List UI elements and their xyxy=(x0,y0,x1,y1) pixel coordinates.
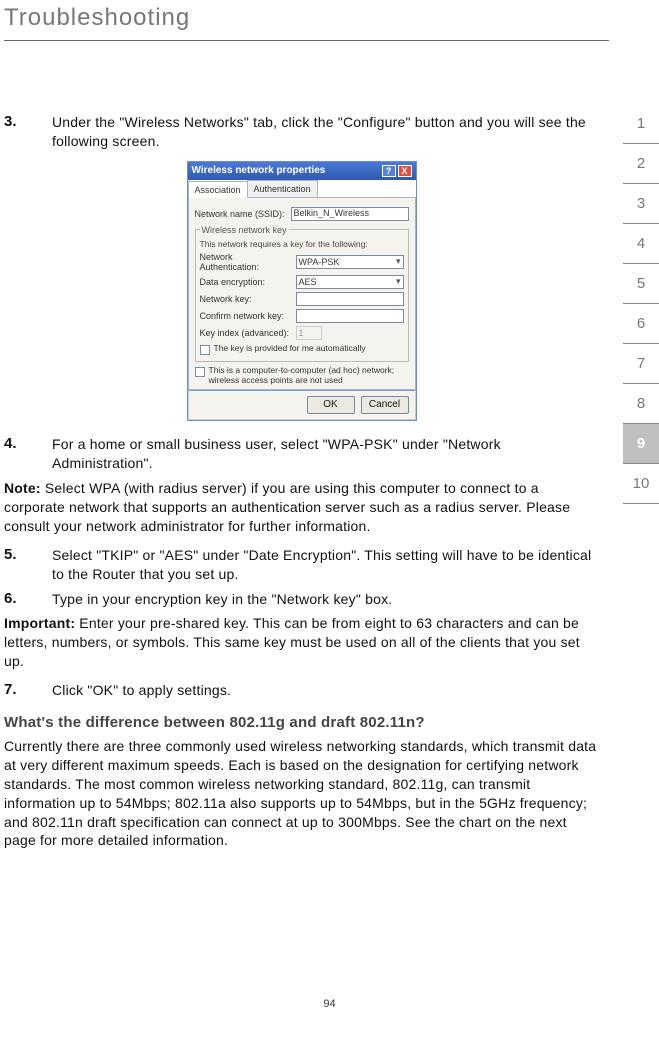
network-auth-label: Network Authentication: xyxy=(200,252,292,272)
section-tab-5[interactable]: 5 xyxy=(623,264,659,304)
step-6: 6. Type in your encryption key in the "N… xyxy=(4,590,599,609)
important-text: Enter your pre-shared key. This can be f… xyxy=(4,615,580,669)
important-paragraph: Important: Enter your pre-shared key. Th… xyxy=(4,614,599,671)
data-encryption-row: Data encryption: AES ▾ xyxy=(200,275,404,289)
close-button[interactable]: X xyxy=(398,165,412,177)
dialog-container: Wireless network properties ? X Associat… xyxy=(4,161,599,422)
page-number: 94 xyxy=(0,998,659,1010)
dialog-title-text: Wireless network properties xyxy=(192,165,326,176)
content: 3. Under the "Wireless Networks" tab, cl… xyxy=(0,41,659,850)
ssid-input[interactable]: Belkin_N_Wireless xyxy=(291,207,409,221)
section-tab-1[interactable]: 1 xyxy=(623,104,659,144)
wnk-legend: Wireless network key xyxy=(200,225,289,235)
step-4: 4. For a home or small business user, se… xyxy=(4,435,599,473)
difference-body: Currently there are three commonly used … xyxy=(4,737,599,850)
network-auth-row: Network Authentication: WPA-PSK ▾ xyxy=(200,252,404,272)
adhoc-row: This is a computer-to-computer (ad hoc) … xyxy=(195,366,409,386)
step-number: 3. xyxy=(4,113,32,151)
note-paragraph: Note: Select WPA (with radius server) if… xyxy=(4,479,599,536)
adhoc-checkbox[interactable] xyxy=(195,367,205,377)
network-key-input[interactable] xyxy=(296,292,404,306)
section-tab-10[interactable]: 10 xyxy=(623,464,659,504)
chevron-down-icon: ▾ xyxy=(396,276,401,287)
note-label: Note: xyxy=(4,480,41,496)
confirm-network-key-label: Confirm network key: xyxy=(200,311,292,321)
confirm-network-key-row: Confirm network key: xyxy=(200,309,404,323)
step-7: 7. Click "OK" to apply settings. xyxy=(4,681,599,700)
section-tab-2[interactable]: 2 xyxy=(623,144,659,184)
data-encryption-select[interactable]: AES ▾ xyxy=(296,275,404,289)
tab-authentication[interactable]: Authentication xyxy=(247,180,318,197)
auto-key-checkbox xyxy=(200,345,210,355)
network-key-label: Network key: xyxy=(200,294,292,304)
section-tab-7[interactable]: 7 xyxy=(623,344,659,384)
adhoc-label: This is a computer-to-computer (ad hoc) … xyxy=(209,366,409,386)
section-tab-3[interactable]: 3 xyxy=(623,184,659,224)
dialog-tabs: Association Authentication xyxy=(188,180,416,198)
data-encryption-value: AES xyxy=(299,277,317,287)
note-text: Select WPA (with radius server) if you a… xyxy=(4,480,570,534)
step-text: Select "TKIP" or "AES" under "Date Encry… xyxy=(52,546,599,584)
section-tab-9[interactable]: 9 xyxy=(623,424,659,464)
ssid-row: Network name (SSID): Belkin_N_Wireless xyxy=(195,207,409,221)
step-number: 7. xyxy=(4,681,32,700)
section-tabs: 1 2 3 4 5 6 7 8 9 10 xyxy=(623,104,659,504)
tab-association[interactable]: Association xyxy=(188,181,248,198)
wireless-network-key-fieldset: Wireless network key This network requir… xyxy=(195,225,409,362)
dialog-titlebar: Wireless network properties ? X xyxy=(188,162,416,180)
step-3: 3. Under the "Wireless Networks" tab, cl… xyxy=(4,113,599,151)
page-title: Troubleshooting xyxy=(4,4,609,41)
ssid-label: Network name (SSID): xyxy=(195,209,287,219)
step-text: For a home or small business user, selec… xyxy=(52,435,599,473)
key-index-stepper: 1 xyxy=(296,326,322,340)
step-number: 5. xyxy=(4,546,32,584)
confirm-network-key-input[interactable] xyxy=(296,309,404,323)
section-tab-6[interactable]: 6 xyxy=(623,304,659,344)
auto-key-label: The key is provided for me automatically xyxy=(214,344,366,354)
network-auth-select[interactable]: WPA-PSK ▾ xyxy=(296,255,404,269)
step-5: 5. Select "TKIP" or "AES" under "Date En… xyxy=(4,546,599,584)
wnk-subtext: This network requires a key for the foll… xyxy=(200,239,404,249)
step-text: Click "OK" to apply settings. xyxy=(52,681,231,700)
key-index-row: Key index (advanced): 1 xyxy=(200,326,404,340)
network-key-row: Network key: xyxy=(200,292,404,306)
step-number: 6. xyxy=(4,590,32,609)
auto-key-row: The key is provided for me automatically xyxy=(200,344,404,355)
difference-heading: What's the difference between 802.11g an… xyxy=(4,714,599,731)
step-text: Type in your encryption key in the "Netw… xyxy=(52,590,392,609)
page: Troubleshooting 3. Under the "Wireless N… xyxy=(0,4,659,1042)
network-auth-value: WPA-PSK xyxy=(299,257,340,267)
chevron-down-icon: ▾ xyxy=(396,256,401,267)
important-label: Important: xyxy=(4,615,75,631)
section-tab-4[interactable]: 4 xyxy=(623,224,659,264)
dialog-actions: OK Cancel xyxy=(188,390,416,420)
section-tab-8[interactable]: 8 xyxy=(623,384,659,424)
title-wrap: Troubleshooting xyxy=(0,4,659,41)
ok-button[interactable]: OK xyxy=(307,396,355,414)
step-number: 4. xyxy=(4,435,32,473)
data-encryption-label: Data encryption: xyxy=(200,277,292,287)
wireless-properties-dialog: Wireless network properties ? X Associat… xyxy=(187,161,417,422)
cancel-button[interactable]: Cancel xyxy=(361,396,409,414)
titlebar-buttons: ? X xyxy=(382,165,412,177)
dialog-body: Network name (SSID): Belkin_N_Wireless W… xyxy=(188,198,416,391)
key-index-label: Key index (advanced): xyxy=(200,328,292,338)
step-text: Under the "Wireless Networks" tab, click… xyxy=(52,113,599,151)
help-button[interactable]: ? xyxy=(382,165,396,177)
